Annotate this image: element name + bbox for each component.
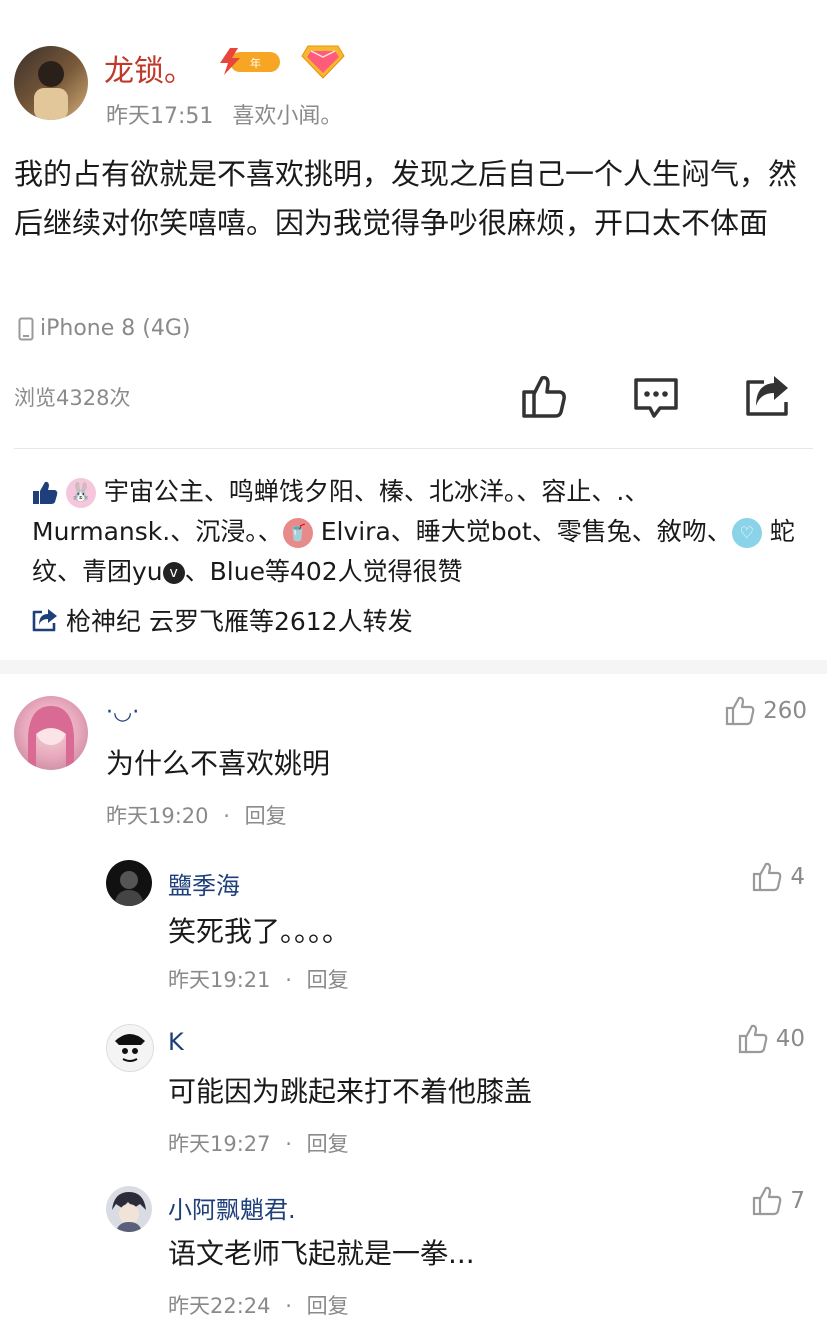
sketch-character-icon: [115, 1034, 145, 1062]
comment-like-count: 7: [790, 1188, 805, 1214]
anime-girl-icon: [28, 706, 74, 770]
device-info: iPhone 8 (4G): [18, 316, 190, 341]
section-separator: [0, 660, 827, 674]
member-level-badge[interactable]: 年: [216, 46, 280, 80]
like-icon: [725, 696, 755, 726]
heart-avatar-icon: ♡: [731, 518, 762, 548]
post-time: 昨天17:51: [106, 104, 214, 129]
comment-like-count: 40: [775, 1026, 805, 1052]
comment-meta: 昨天19:27 · 回复: [168, 1128, 349, 1158]
commenter-avatar[interactable]: [14, 696, 88, 770]
comment-like-button[interactable]: 260: [725, 696, 807, 726]
comment-like-button[interactable]: 4: [752, 862, 805, 892]
author-avatar[interactable]: [14, 46, 88, 120]
like-button[interactable]: [520, 372, 568, 424]
commenter-avatar[interactable]: [106, 1186, 152, 1232]
bunny-avatar-icon: 🐰: [65, 478, 96, 508]
diamond-badge-icon[interactable]: [300, 44, 346, 84]
repost-list[interactable]: 枪神纪 云罗飞雁等2612人转发: [32, 602, 413, 638]
phone-icon: [18, 317, 34, 340]
dot-separator: ·: [223, 804, 230, 828]
drink-avatar-icon: 🥤: [282, 518, 313, 548]
verified-v-icon: v: [162, 562, 185, 584]
comment-time: 昨天19:27: [168, 1132, 271, 1156]
comment-text: 可能因为跳起来打不着他膝盖: [168, 1075, 533, 1108]
like-icon: [522, 375, 566, 418]
dark-portrait-icon: [114, 871, 144, 906]
comment-text: 语文老师飞起就是一拳...: [168, 1237, 475, 1270]
repost-icon: [32, 609, 57, 632]
share-icon: [746, 376, 788, 416]
share-button[interactable]: [744, 372, 792, 424]
comment-text: 为什么不喜欢姚明: [106, 747, 331, 780]
comment-author[interactable]: 鹽季海: [168, 866, 240, 901]
comment-time: 昨天19:20: [106, 804, 209, 828]
repost-text: 枪神纪 云罗飞雁等2612人转发: [66, 607, 413, 636]
reply-button[interactable]: 回复: [307, 968, 349, 992]
comment-author[interactable]: ·◡·: [106, 700, 139, 725]
comment-button[interactable]: [632, 372, 680, 424]
anime-boy-icon: [112, 1192, 146, 1232]
comment-meta: 昨天22:24 · 回复: [168, 1290, 349, 1320]
person-silhouette-icon: [34, 61, 68, 120]
comment-time: 昨天22:24: [168, 1294, 271, 1318]
view-count: 浏览4328次: [14, 386, 131, 410]
post-text: 我的占有欲就是不喜欢挑明，发现之后自己一个人生闷气，然后继续对你笑嘻嘻。因为我觉…: [14, 157, 798, 240]
post-source[interactable]: 喜欢小闻。: [232, 104, 342, 129]
svg-text:年: 年: [250, 56, 261, 70]
comment-like-button[interactable]: 40: [738, 1024, 805, 1054]
likes-names-2: Elvira、睡大觉bot、零售兔、敘吻、: [320, 517, 732, 546]
comment-meta: 昨天19:21 · 回复: [168, 964, 349, 994]
divider: [14, 448, 813, 449]
device-label: iPhone 8 (4G): [40, 316, 191, 341]
comment-text: 笑死我了。。。。: [168, 915, 351, 948]
comment-author[interactable]: K: [168, 1028, 184, 1056]
comment-meta: 昨天19:20 · 回复: [106, 800, 287, 830]
comment-author[interactable]: 小阿飘魈君.: [168, 1190, 296, 1225]
comment-like-count: 260: [763, 698, 807, 724]
reply-button[interactable]: 回复: [245, 804, 287, 828]
like-icon: [753, 862, 782, 892]
commenter-avatar[interactable]: [106, 1024, 154, 1072]
reply-button[interactable]: 回复: [307, 1132, 349, 1156]
dot-separator: ·: [285, 1294, 292, 1318]
likes-names-4: 、Blue等402人觉得很赞: [184, 557, 463, 586]
reply-button[interactable]: 回复: [307, 1294, 349, 1318]
author-name[interactable]: 龙锁。: [104, 46, 194, 90]
comment-time: 昨天19:21: [168, 968, 271, 992]
dot-separator: ·: [285, 1132, 292, 1156]
dot-separator: ·: [285, 968, 292, 992]
like-icon: [753, 1186, 782, 1216]
likes-list[interactable]: 🐰 宇宙公主、鸣蝉饯夕阳、榛、北冰洋。、容止、.、Murmansk.、沉浸。、 🥤…: [32, 472, 812, 592]
comment-icon: [634, 378, 678, 418]
thumbs-up-icon: [33, 481, 58, 504]
like-icon: [738, 1024, 768, 1054]
commenter-avatar[interactable]: [106, 860, 152, 906]
comment-like-button[interactable]: 7: [752, 1186, 805, 1216]
comment-like-count: 4: [790, 864, 805, 890]
